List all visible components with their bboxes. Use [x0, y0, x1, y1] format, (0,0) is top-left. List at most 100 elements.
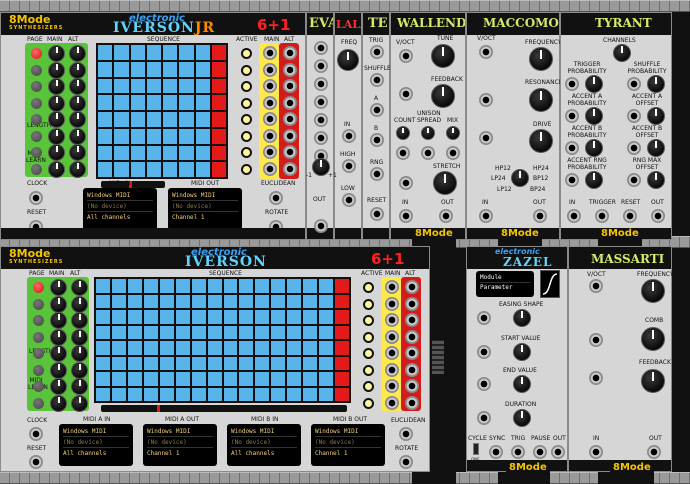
sequence-step[interactable]: [143, 325, 158, 339]
sequence-step[interactable]: [271, 372, 286, 386]
sequence-step[interactable]: [195, 112, 210, 127]
sequence-step[interactable]: [211, 128, 226, 144]
sequence-step[interactable]: [111, 294, 126, 308]
sequence-step[interactable]: [175, 341, 190, 355]
main-out-jack[interactable]: [263, 128, 277, 143]
sequence-step[interactable]: [159, 372, 174, 386]
main-knob[interactable]: [48, 144, 65, 161]
main-out-jack[interactable]: [385, 395, 399, 410]
main-knob[interactable]: [50, 378, 67, 395]
sequence-step[interactable]: [163, 45, 178, 60]
main-knob[interactable]: [50, 361, 67, 379]
eva-out-jack[interactable]: [314, 219, 328, 233]
active-step-toggle[interactable]: [363, 331, 374, 343]
sequence-step[interactable]: [271, 356, 286, 370]
trigger-prob-jack[interactable]: [565, 77, 579, 91]
sequence-step[interactable]: [191, 279, 206, 293]
alt-knob[interactable]: [71, 312, 88, 329]
sequence-step[interactable]: [191, 341, 206, 355]
sequence-step[interactable]: [127, 387, 142, 401]
midi-a-in-display[interactable]: Windows MIDI (No device) All channels: [59, 424, 133, 466]
alt-out-jack[interactable]: [405, 395, 419, 410]
main-out-jack[interactable]: [263, 95, 277, 110]
sequence-step[interactable]: [175, 279, 190, 293]
main-out-jack[interactable]: [385, 362, 399, 377]
sequence-step[interactable]: [127, 341, 142, 355]
sequence-step[interactable]: [111, 372, 126, 386]
eva-input-jack[interactable]: [314, 41, 328, 55]
sequence-step[interactable]: [127, 294, 142, 308]
accent-b-probability-knob[interactable]: [585, 139, 603, 157]
sequence-step[interactable]: [303, 310, 318, 324]
sequence-step[interactable]: [191, 372, 206, 386]
wallenda-in-jack[interactable]: [399, 209, 413, 223]
page-button[interactable]: [33, 397, 44, 409]
massarti-voct-jack[interactable]: [589, 279, 603, 293]
sequence-step[interactable]: [207, 341, 222, 355]
stretch-knob[interactable]: [433, 171, 457, 195]
maccomo-out-jack[interactable]: [533, 209, 547, 223]
sequence-step[interactable]: [130, 145, 145, 161]
midi-in-display[interactable]: Windows MIDI (No device) All channels: [83, 188, 157, 230]
sequence-step[interactable]: [303, 372, 318, 386]
sequence-step[interactable]: [319, 310, 334, 324]
sequence-step[interactable]: [175, 325, 190, 339]
sequence-step[interactable]: [111, 341, 126, 355]
sequence-step[interactable]: [223, 356, 238, 370]
sequence-step[interactable]: [163, 61, 178, 77]
sequence-step[interactable]: [143, 387, 158, 401]
sequence-step[interactable]: [98, 95, 113, 110]
main-knob[interactable]: [48, 127, 65, 145]
sequence-step[interactable]: [98, 145, 113, 161]
iverson-reset-jack[interactable]: [29, 455, 43, 469]
main-knob[interactable]: [48, 160, 65, 178]
sequence-step[interactable]: [146, 78, 161, 94]
midi-b-out-display[interactable]: Windows MIDI (No device) Channel 1: [311, 424, 385, 466]
te-trig-jack[interactable]: [370, 45, 384, 59]
main-out-jack[interactable]: [263, 145, 277, 159]
main-out-jack[interactable]: [385, 296, 399, 311]
sequence-step[interactable]: [179, 162, 194, 177]
sequence-step[interactable]: [143, 310, 158, 324]
sequence-step[interactable]: [98, 45, 113, 60]
sequence-step[interactable]: [111, 310, 126, 324]
channels-knob[interactable]: [613, 44, 631, 62]
sequence-step[interactable]: [130, 128, 145, 144]
accent-a-prob-jack[interactable]: [565, 109, 579, 123]
active-step-toggle[interactable]: [363, 364, 374, 376]
mix-knob[interactable]: [446, 126, 460, 140]
alt-out-jack[interactable]: [283, 161, 297, 176]
sequence-step[interactable]: [207, 356, 222, 370]
iverson-clock-jack[interactable]: [29, 427, 43, 441]
sequence-step[interactable]: [211, 45, 226, 60]
shuffle-probability-knob[interactable]: [647, 75, 665, 93]
end-value-knob[interactable]: [513, 375, 531, 393]
accent-rng-probability-knob[interactable]: [585, 171, 603, 189]
sequence-step[interactable]: [175, 356, 190, 370]
sequence-step[interactable]: [319, 279, 334, 293]
sequence-step[interactable]: [287, 325, 302, 339]
sequence-step[interactable]: [191, 294, 206, 308]
sequence-step[interactable]: [114, 95, 129, 110]
sequence-step[interactable]: [195, 78, 210, 94]
sequence-step[interactable]: [163, 95, 178, 110]
iverson-sequence-scroll-slider[interactable]: [101, 405, 347, 412]
count-jack[interactable]: [396, 146, 410, 160]
sequence-step[interactable]: [179, 61, 194, 77]
massarti-feedback-jack[interactable]: [589, 371, 603, 385]
main-knob[interactable]: [50, 345, 67, 362]
tyrant-reset-jack[interactable]: [623, 209, 637, 223]
sequence-step[interactable]: [159, 294, 174, 308]
alt-knob[interactable]: [71, 279, 88, 296]
sequence-step[interactable]: [96, 356, 110, 370]
wallenda-feedback-jack[interactable]: [399, 87, 413, 101]
accent-a-probability-knob[interactable]: [585, 107, 603, 125]
active-step-toggle[interactable]: [241, 147, 252, 158]
sequence-step[interactable]: [143, 279, 158, 293]
sequence-step[interactable]: [114, 162, 129, 177]
sequence-step[interactable]: [179, 112, 194, 127]
eva-input-jack[interactable]: [314, 131, 328, 145]
sequence-step[interactable]: [239, 279, 254, 293]
main-out-jack[interactable]: [263, 112, 277, 126]
sequence-step[interactable]: [159, 310, 174, 324]
